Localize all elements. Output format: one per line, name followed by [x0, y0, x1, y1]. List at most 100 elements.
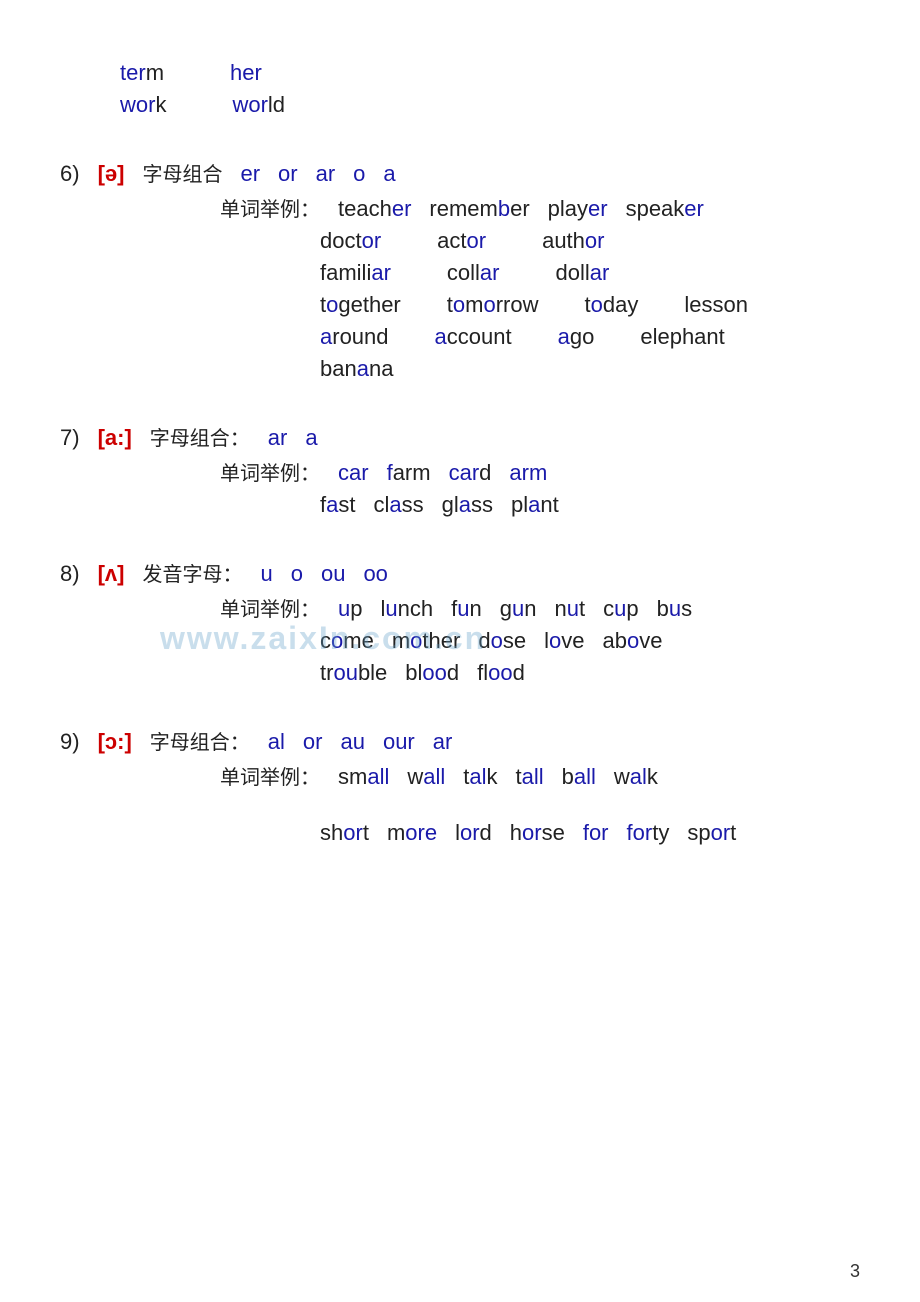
word-lord: lord — [455, 820, 492, 846]
phonetic-7: [a:] — [98, 425, 132, 451]
word-love: love — [544, 628, 584, 654]
section6-row6: banana — [320, 356, 860, 382]
zilabel-9: 字母组合： — [150, 726, 250, 755]
word-blood: blood — [405, 660, 459, 686]
word-tall: tall — [516, 764, 544, 790]
section6-row4: together tomorrow today lesson — [320, 292, 860, 318]
word-nut: nut — [555, 596, 586, 622]
word-walk: walk — [614, 764, 658, 790]
word-trouble: trouble — [320, 660, 387, 686]
letter-our-9: our — [383, 729, 415, 755]
word-fun: fun — [451, 596, 482, 622]
letter-u-8: u — [260, 561, 272, 587]
word-more: more — [387, 820, 437, 846]
section8-row2: come mother dose love above — [320, 628, 860, 654]
word-actor: actor — [437, 228, 486, 254]
section-7: 7) [a:] 字母组合： ar a 单词举例： car farm card a… — [60, 422, 860, 518]
word-today: today — [585, 292, 639, 318]
word-doctor: doctor — [320, 228, 381, 254]
word-banana: banana — [320, 356, 393, 382]
word-together: together — [320, 292, 401, 318]
page-number: 3 — [850, 1261, 860, 1282]
section6-row1: 单词举例： teacher remember player speaker — [220, 193, 860, 222]
word-speaker: speaker — [626, 196, 704, 222]
example-label-6: 单词举例： — [220, 193, 320, 222]
section7-row1: 单词举例： car farm card arm — [220, 457, 860, 486]
num-9: 9) — [60, 729, 80, 755]
word-tomorrow: tomorrow — [447, 292, 539, 318]
word-flood: flood — [477, 660, 525, 686]
letter-ar-9: ar — [433, 729, 453, 755]
word-around: around — [320, 324, 389, 350]
word-arm: arm — [509, 460, 547, 486]
num-8: 8) — [60, 561, 80, 587]
section-8: 8) [ʌ] 发音字母： u o ou oo 单词举例： up lunch fu… — [60, 558, 860, 686]
zilabel-6: 字母组合 — [142, 158, 222, 187]
section7-row2: fast class glass plant — [320, 492, 860, 518]
word-teacher: teacher — [338, 196, 411, 222]
phonetic-6: [ə] — [98, 161, 125, 187]
letter-a-7: a — [305, 425, 317, 451]
section-9: 9) [ɔ:] 字母组合： al or au our ar 单词举例： smal… — [60, 726, 860, 846]
section8-header: 8) [ʌ] 发音字母： u o ou oo — [60, 558, 860, 587]
word-account: account — [435, 324, 512, 350]
zilabel-7: 字母组合： — [150, 422, 250, 451]
word-world: world — [232, 92, 285, 118]
section8-row1: 单词举例： up lunch fun gun nut cup bus — [220, 593, 860, 622]
word-talk: talk — [463, 764, 497, 790]
word-dollar: dollar — [555, 260, 609, 286]
word-player: player — [548, 196, 608, 222]
word-forty: forty — [627, 820, 670, 846]
section-6: 6) [ə] 字母组合 er or ar o a 单词举例： teacher r… — [60, 158, 860, 382]
word-collar: collar — [447, 260, 500, 286]
top-line2: work world — [120, 92, 860, 118]
letter-a-6: a — [383, 161, 395, 187]
word-plant: plant — [511, 492, 559, 518]
word-short: short — [320, 820, 369, 846]
word-author: author — [542, 228, 604, 254]
word-horse: horse — [510, 820, 565, 846]
word-car: car — [338, 460, 369, 486]
example-label-8: 单词举例： — [220, 593, 320, 622]
word-glass: glass — [442, 492, 493, 518]
word-her: her — [230, 60, 262, 86]
word-above: above — [602, 628, 662, 654]
section6-header: 6) [ə] 字母组合 er or ar o a — [60, 158, 860, 187]
word-bus: bus — [657, 596, 693, 622]
letters-6: er — [240, 161, 260, 187]
letter-ou-8: ou — [321, 561, 345, 587]
letter-ar-7: ar — [268, 425, 288, 451]
word-elephant: elephant — [640, 324, 724, 350]
top-line1: term her — [120, 60, 860, 86]
section9-row3: short more lord horse for forty sport — [320, 820, 860, 846]
example-label-7: 单词举例： — [220, 457, 320, 486]
word-cup: cup — [603, 596, 639, 622]
zilabel-8: 发音字母： — [142, 558, 242, 587]
word-dose: dose — [478, 628, 526, 654]
spacer-9 — [60, 796, 860, 820]
word-work: work — [120, 92, 166, 118]
letter-ar-6: ar — [316, 161, 336, 187]
section9-header: 9) [ɔ:] 字母组合： al or au our ar — [60, 726, 860, 755]
word-for: for — [583, 820, 609, 846]
letter-au-9: au — [340, 729, 364, 755]
word-lesson: lesson — [684, 292, 748, 318]
letter-or-9: or — [303, 729, 323, 755]
section9-row1: 单词举例： small wall talk tall ball walk — [220, 761, 860, 790]
section6-row5: around account ago elephant — [320, 324, 860, 350]
num-7: 7) — [60, 425, 80, 451]
section6-row2: doctor actor author — [320, 228, 860, 254]
section6-row3: familiar collar dollar — [320, 260, 860, 286]
letter-al-9: al — [268, 729, 285, 755]
word-come: come — [320, 628, 374, 654]
word-ago: ago — [558, 324, 595, 350]
word-term: term — [120, 60, 164, 86]
section8-row3: trouble blood flood — [320, 660, 860, 686]
letter-or-6: or — [278, 161, 298, 187]
word-ball: ball — [562, 764, 596, 790]
letter-o-8: o — [291, 561, 303, 587]
word-up: up — [338, 596, 363, 622]
phonetic-9: [ɔ:] — [98, 729, 132, 755]
word-mother: mother — [392, 628, 461, 654]
word-familiar: familiar — [320, 260, 391, 286]
